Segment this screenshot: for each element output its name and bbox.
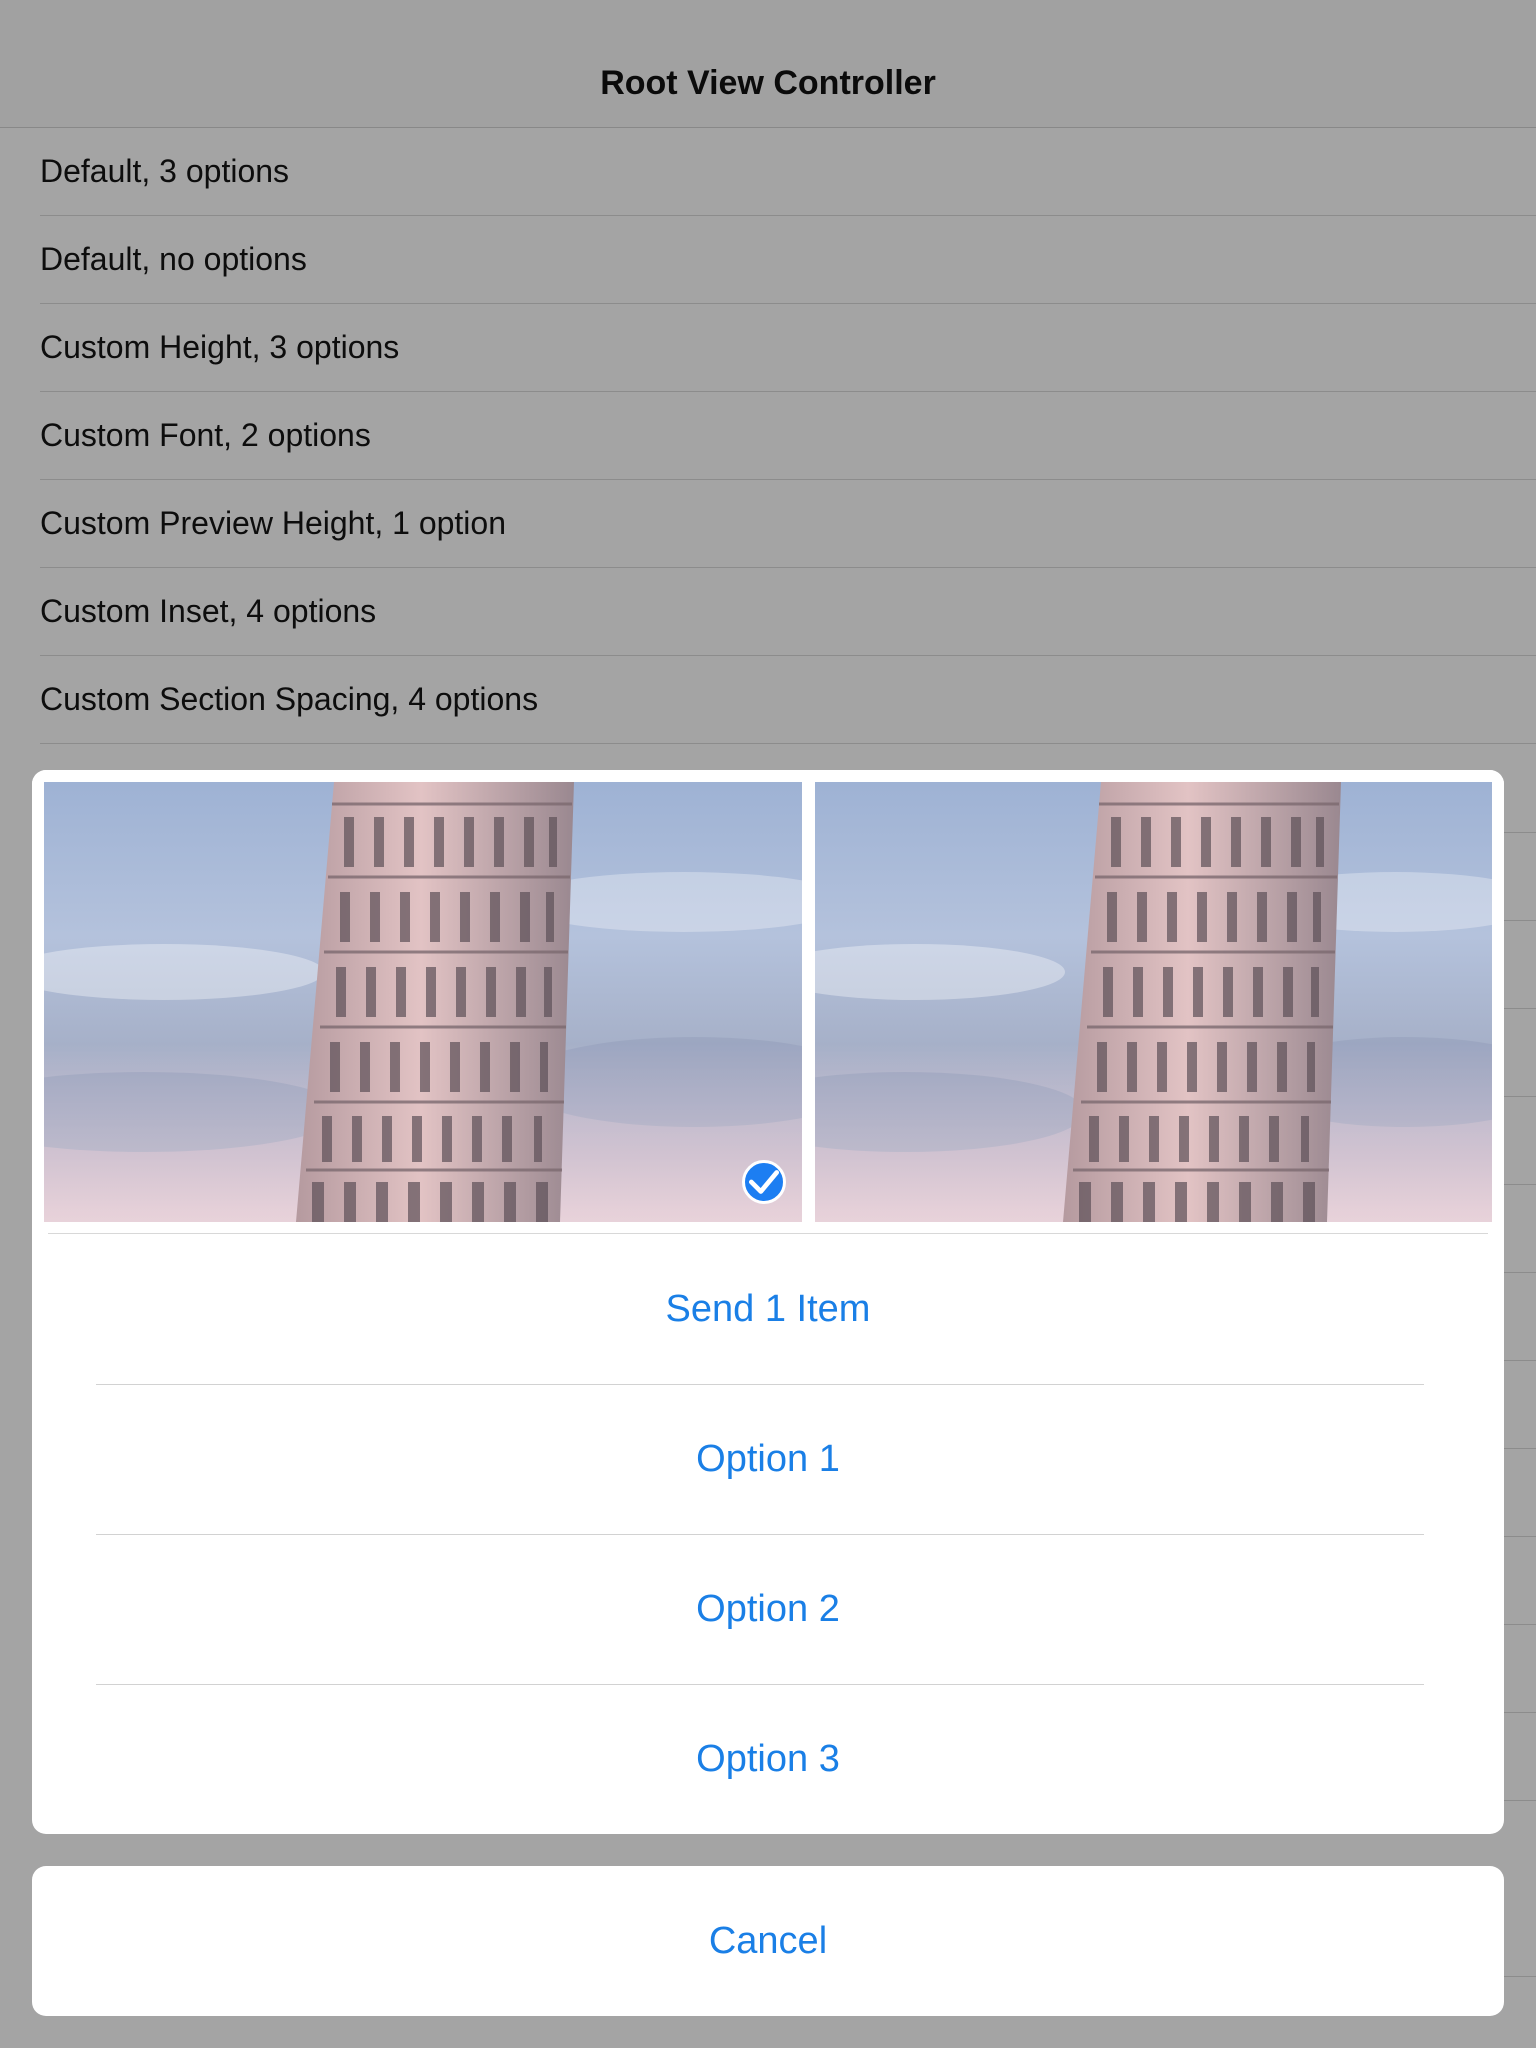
table-row[interactable]: Custom Height, 3 options [40, 304, 1536, 392]
table-row[interactable]: Custom Section Spacing, 4 options [40, 656, 1536, 744]
navigation-bar: Root View Controller [0, 0, 1536, 128]
row-separator [1502, 1976, 1536, 1977]
selected-checkmark-icon [742, 1160, 786, 1204]
table-row[interactable]: Default, 3 options [40, 128, 1536, 216]
row-separator [1502, 1360, 1536, 1361]
table-row[interactable]: Custom Font, 2 options [40, 392, 1536, 480]
table-row-label: Default, no options [40, 241, 307, 277]
row-separator [1502, 1536, 1536, 1537]
option-1-label: Option 1 [696, 1437, 840, 1480]
table-row-label: Custom Inset, 4 options [40, 593, 377, 629]
table-row-label: Custom Section Spacing, 4 options [40, 681, 539, 717]
table-row-label: Custom Height, 3 options [40, 329, 400, 365]
send-item-label: Send 1 Item [665, 1287, 871, 1330]
row-separator [1502, 920, 1536, 921]
row-separator [1502, 832, 1536, 833]
row-separator [1502, 1712, 1536, 1713]
option-3-button[interactable]: Option 3 [32, 1684, 1504, 1834]
row-separator [1502, 1800, 1536, 1801]
row-separator [1502, 1096, 1536, 1097]
leaning-tower-photo-icon [44, 782, 802, 1222]
option-3-label: Option 3 [696, 1737, 840, 1780]
action-sheet: Send 1 Item Option 1 Option 2 Option 3 [32, 770, 1504, 1834]
table-row[interactable]: Custom Preview Height, 1 option [40, 480, 1536, 568]
screen: Root View Controller Default, 3 options … [0, 0, 1536, 2048]
action-list: Send 1 Item Option 1 Option 2 Option 3 [32, 1234, 1504, 1834]
send-item-button[interactable]: Send 1 Item [32, 1234, 1504, 1384]
row-separator [1502, 1272, 1536, 1273]
row-separator [1502, 1624, 1536, 1625]
row-separator [1502, 1184, 1536, 1185]
page-title: Root View Controller [600, 64, 936, 102]
cancel-label: Cancel [708, 1919, 828, 1962]
table-row[interactable]: Default, no options [40, 216, 1536, 304]
table-row[interactable]: Custom Inset, 4 options [40, 568, 1536, 656]
row-separator [1502, 1008, 1536, 1009]
table-row-label: Custom Font, 2 options [40, 417, 371, 453]
row-separator [1502, 1448, 1536, 1449]
image-preview-strip[interactable] [32, 770, 1504, 1234]
cancel-button[interactable]: Cancel [32, 1866, 1504, 2016]
options-table: Default, 3 options Default, no options C… [0, 128, 1536, 744]
option-2-button[interactable]: Option 2 [32, 1534, 1504, 1684]
leaning-tower-photo-icon [815, 782, 1492, 1222]
option-1-button[interactable]: Option 1 [32, 1384, 1504, 1534]
photo-thumbnail[interactable] [815, 782, 1492, 1222]
table-row-label: Default, 3 options [40, 153, 290, 189]
photo-thumbnail[interactable] [44, 782, 802, 1222]
option-2-label: Option 2 [696, 1587, 840, 1630]
table-row-label: Custom Preview Height, 1 option [40, 505, 506, 541]
